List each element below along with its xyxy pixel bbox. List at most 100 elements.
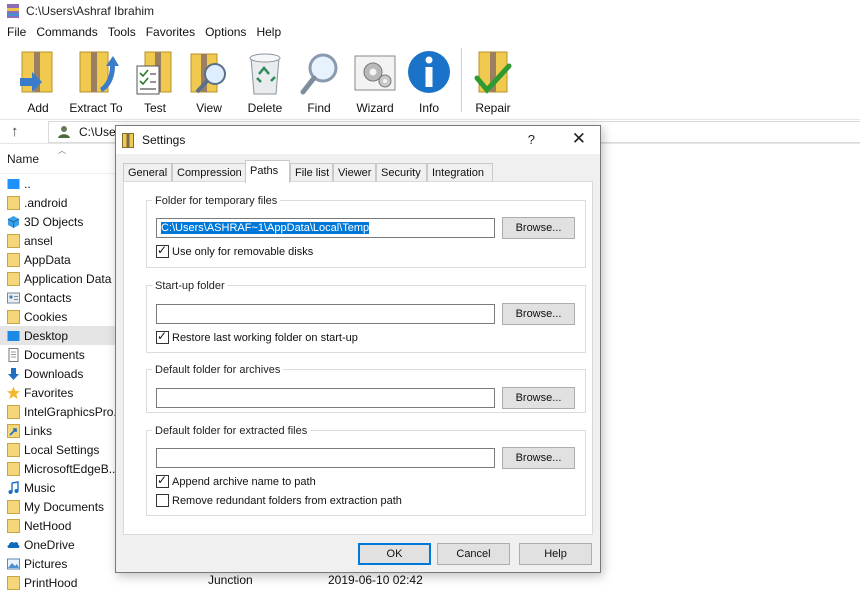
recycle-bin-icon	[249, 53, 281, 95]
tab-paths[interactable]: Paths	[245, 160, 290, 183]
tab-viewer[interactable]: Viewer	[333, 163, 376, 182]
menu-file[interactable]: File	[2, 25, 31, 39]
up-arrow-icon[interactable]: ↑	[11, 123, 33, 140]
wizard-button[interactable]: Wizard	[345, 46, 405, 118]
file-list-item[interactable]: NetHood	[0, 516, 118, 535]
cancel-button[interactable]: Cancel	[437, 543, 510, 565]
folder-icon	[7, 271, 20, 286]
extracted-browse-button[interactable]: Browse...	[502, 447, 575, 469]
temp-browse-button[interactable]: Browse...	[502, 217, 575, 239]
close-icon[interactable]: ✕	[572, 129, 586, 149]
file-list-item[interactable]: IntelGraphicsPro...	[0, 402, 118, 421]
file-name: Contacts	[24, 290, 72, 305]
checkbox-icon[interactable]: ✓	[156, 243, 169, 258]
tab-security[interactable]: Security	[376, 163, 427, 182]
file-name: Documents	[24, 347, 85, 362]
file-list-item[interactable]: My Documents	[0, 497, 118, 516]
archives-folder-group: Default folder for archives Browse...	[146, 364, 586, 413]
removable-disks-checkbox[interactable]: ✓ Use only for removable disks	[156, 243, 313, 258]
help-icon[interactable]: ?	[528, 132, 535, 147]
temp-folder-input[interactable]: C:\Users\ASHRAF~1\AppData\Local\Temp	[156, 218, 495, 238]
file-list-item[interactable]: Desktop	[0, 326, 118, 345]
repair-button[interactable]: Repair	[463, 46, 523, 118]
tab-integration[interactable]: Integration	[427, 163, 493, 182]
file-list-item[interactable]: ansel	[0, 231, 118, 250]
file-list-item[interactable]: Documents	[0, 345, 118, 364]
folder-icon	[7, 461, 20, 476]
file-list-item[interactable]: Favorites	[0, 383, 118, 402]
help-button[interactable]: Help	[519, 543, 592, 565]
tab-file-list[interactable]: File list	[290, 163, 333, 182]
folder-icon	[7, 499, 20, 514]
menu-commands[interactable]: Commands	[31, 25, 102, 39]
ok-button[interactable]: OK	[358, 543, 431, 565]
add-button[interactable]: Add	[8, 46, 68, 118]
pictures-icon	[7, 557, 20, 571]
info-icon	[408, 51, 450, 93]
extracted-folder-input[interactable]	[156, 448, 495, 468]
sort-up-icon: ︿	[58, 146, 66, 155]
menu-options[interactable]: Options	[200, 25, 251, 39]
file-list-item[interactable]: MicrosoftEdgeB...	[0, 459, 118, 478]
file-name: ..	[24, 176, 31, 191]
file-list-item[interactable]: Contacts	[0, 288, 118, 307]
magnifier-icon	[300, 53, 338, 95]
file-list-item[interactable]: PrintHood	[0, 573, 118, 591]
file-modified-cell: 2019-06-10 02:42	[328, 573, 423, 587]
archives-browse-button[interactable]: Browse...	[502, 387, 575, 409]
checkbox-icon[interactable]	[156, 494, 169, 507]
toolbar-separator	[461, 48, 462, 112]
checkbox-icon[interactable]: ✓	[156, 473, 169, 488]
startup-folder-input[interactable]	[156, 304, 495, 324]
file-name: Favorites	[24, 385, 74, 400]
startup-browse-button[interactable]: Browse...	[502, 303, 575, 325]
winrar-window: C:\Users\Ashraf Ibrahim File Commands To…	[0, 0, 860, 591]
extracted-folder-label: Default folder for extracted files	[152, 425, 311, 437]
menu-help[interactable]: Help	[251, 25, 286, 39]
file-list-item[interactable]: Cookies	[0, 307, 118, 326]
checkbox-icon[interactable]: ✓	[156, 329, 169, 344]
file-name: .android	[24, 195, 68, 210]
window-title: C:\Users\Ashraf Ibrahim	[26, 4, 155, 18]
file-name: My Documents	[24, 499, 105, 514]
menu-favorites[interactable]: Favorites	[141, 25, 200, 39]
file-list-item[interactable]: Music	[0, 478, 118, 497]
checkmark-icon: ✓	[157, 329, 168, 343]
file-list-item[interactable]: ..	[0, 174, 118, 193]
winrar-app-icon	[122, 132, 134, 148]
file-list-item[interactable]: OneDrive	[0, 535, 118, 554]
file-list-item[interactable]: 3D Objects	[0, 212, 118, 231]
repair-icon	[474, 51, 512, 94]
test-button[interactable]: Test	[125, 46, 185, 118]
user-folder-icon	[58, 126, 70, 138]
file-list-item[interactable]: Local Settings	[0, 440, 118, 459]
info-button[interactable]: Info	[399, 46, 459, 118]
address-text: C:\User	[79, 125, 120, 139]
view-button[interactable]: View	[179, 46, 239, 118]
file-name: Music	[24, 480, 56, 495]
file-name: MicrosoftEdgeB...	[24, 461, 118, 476]
file-list-item[interactable]: Downloads	[0, 364, 118, 383]
file-list-item[interactable]: Application Data	[0, 269, 118, 288]
folder-icon	[7, 252, 20, 267]
restore-folder-checkbox[interactable]: ✓ Restore last working folder on start-u…	[156, 329, 358, 344]
tab-compression[interactable]: Compression	[172, 163, 247, 182]
file-list-item[interactable]: Pictures	[0, 554, 118, 573]
folder-icon	[7, 518, 20, 533]
remove-redundant-folders-checkbox[interactable]: Remove redundant folders from extraction…	[156, 494, 402, 507]
append-archive-name-checkbox[interactable]: ✓ Append archive name to path	[156, 473, 316, 488]
menu-tools[interactable]: Tools	[103, 25, 141, 39]
add-archive-icon	[20, 51, 53, 93]
file-name: Application Data	[24, 271, 112, 286]
name-column-header[interactable]: ︿ Name	[0, 144, 118, 174]
file-list-item[interactable]: AppData	[0, 250, 118, 269]
file-list-item[interactable]: Links	[0, 421, 118, 440]
file-name: 3D Objects	[24, 214, 84, 229]
find-button[interactable]: Find	[289, 46, 349, 118]
extract-to-button[interactable]: Extract To	[66, 46, 126, 118]
archives-folder-input[interactable]	[156, 388, 495, 408]
delete-button[interactable]: Delete	[235, 46, 295, 118]
temp-folder-group: Folder for temporary files C:\Users\ASHR…	[146, 195, 586, 268]
tab-general[interactable]: General	[123, 163, 172, 182]
file-list-item[interactable]: .android	[0, 193, 118, 212]
